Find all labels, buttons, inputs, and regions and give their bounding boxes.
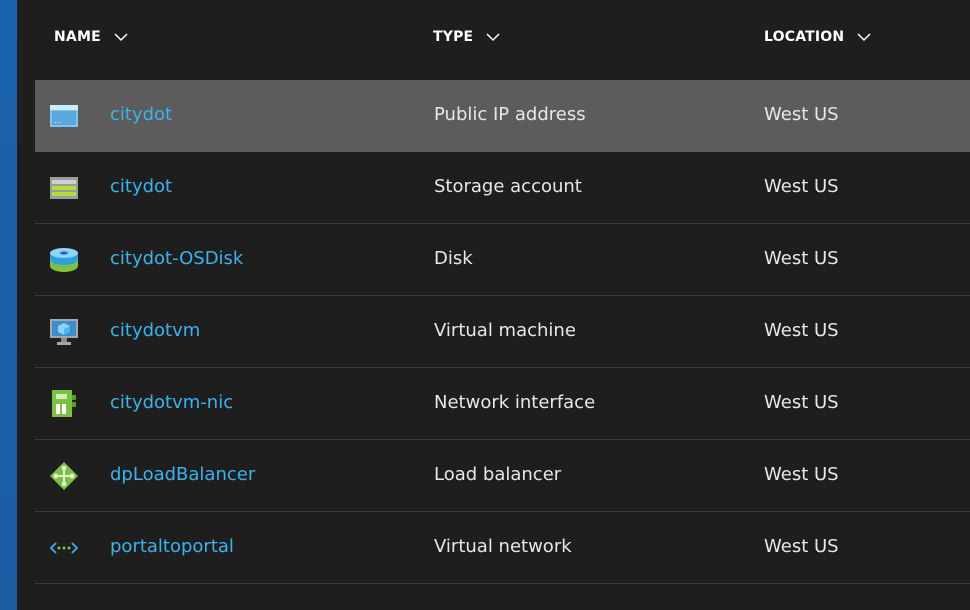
resource-location: West US <box>764 248 839 269</box>
resource-type: Public IP address <box>434 104 586 125</box>
resource-name-link[interactable]: citydot <box>110 104 172 125</box>
column-header-location-label: LOCATION <box>764 29 845 45</box>
resource-name-link[interactable]: dpLoadBalancer <box>110 464 255 485</box>
table-row[interactable]: citydotvm-nic Network interface West US <box>35 368 970 440</box>
column-header-name-label: NAME <box>54 29 101 45</box>
resource-type: Load balancer <box>434 464 562 485</box>
column-header-type[interactable]: TYPE <box>433 26 501 48</box>
column-header-name[interactable]: NAME <box>54 26 129 48</box>
resource-name-link[interactable]: citydot <box>110 176 172 197</box>
resource-name-link[interactable]: citydot-OSDisk <box>110 248 243 269</box>
table-row[interactable]: portaltoportal Virtual network West US <box>35 512 970 584</box>
storage-account-icon <box>50 177 78 199</box>
chevron-down-icon <box>114 33 128 42</box>
column-header-type-label: TYPE <box>433 29 474 45</box>
resource-name-link[interactable]: portaltoportal <box>110 536 234 557</box>
resource-type: Virtual machine <box>434 320 576 341</box>
column-header-location[interactable]: LOCATION <box>764 26 872 48</box>
chevron-down-icon <box>857 33 871 42</box>
resource-name-link[interactable]: citydotvm <box>110 320 200 341</box>
table-row[interactable]: ... citydot Public IP address West US <box>35 80 970 152</box>
resource-name-link[interactable]: citydotvm-nic <box>110 392 233 413</box>
resource-list-panel: NAME TYPE LOCATION ... citydot Public IP… <box>17 0 970 610</box>
public-ip-icon: ... <box>50 105 78 127</box>
resource-type: Network interface <box>434 392 596 413</box>
svg-text:...: ... <box>54 116 62 125</box>
resource-type: Virtual network <box>434 536 572 557</box>
column-header-row: NAME TYPE LOCATION <box>17 0 970 80</box>
network-interface-icon <box>52 390 76 417</box>
resource-type: Disk <box>434 248 473 269</box>
resource-type: Storage account <box>434 176 582 197</box>
resource-location: West US <box>764 536 839 557</box>
resource-location: West US <box>764 104 839 125</box>
disk-icon <box>50 248 78 272</box>
resource-location: West US <box>764 320 839 341</box>
resource-table-body: ... citydot Public IP address West US ci… <box>35 80 970 584</box>
load-balancer-icon <box>50 462 78 490</box>
table-row[interactable]: citydotvm Virtual machine West US <box>35 296 970 368</box>
table-row[interactable]: citydot Storage account West US <box>35 152 970 224</box>
resource-location: West US <box>764 392 839 413</box>
resource-location: West US <box>764 464 839 485</box>
virtual-network-icon <box>49 542 79 554</box>
table-row[interactable]: citydot-OSDisk Disk West US <box>35 224 970 296</box>
chevron-down-icon <box>486 33 500 42</box>
window-frame: NAME TYPE LOCATION ... citydot Public IP… <box>0 0 970 610</box>
virtual-machine-icon <box>50 319 78 345</box>
table-row[interactable]: dpLoadBalancer Load balancer West US <box>35 440 970 512</box>
resource-location: West US <box>764 176 839 197</box>
